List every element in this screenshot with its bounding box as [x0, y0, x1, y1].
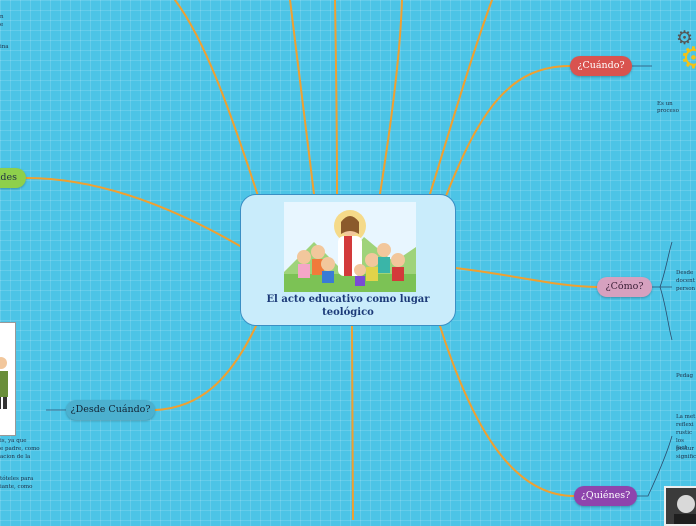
top-left-text-2: e	[0, 22, 4, 28]
branch-desde	[154, 325, 257, 411]
branch-top-5	[429, 0, 493, 195]
top-left-text-1: n	[0, 14, 4, 20]
node-quienes[interactable]: ¿Quiénes?	[574, 486, 637, 506]
branch-bottom	[351, 325, 354, 520]
node-como[interactable]: ¿Cómo?	[597, 277, 652, 297]
desde-text-5: iante, como	[0, 484, 33, 490]
como-text-2: docent	[676, 278, 695, 284]
jesus-children-image	[284, 202, 416, 292]
branch-top-3	[334, 0, 338, 195]
pedag-text: Pedag	[676, 373, 694, 379]
node-desde-cuando[interactable]: ¿Desde Cuándo?	[66, 400, 155, 420]
desde-text-3: acion de la	[0, 454, 31, 460]
como-text-1: Desde	[676, 270, 694, 276]
quienes-text-5: postur	[676, 446, 695, 452]
branch-como	[455, 267, 598, 288]
branch-top-2	[289, 0, 315, 195]
node-cuando[interactable]: ¿Cuándo?	[570, 56, 632, 76]
quienes-text-2: reflexi	[676, 422, 694, 428]
desde-cuando-image	[0, 322, 16, 436]
sub-como	[652, 241, 673, 341]
desde-text-1: is, ya que	[0, 438, 27, 444]
desde-text-4: tóteles para	[0, 476, 34, 482]
como-text-3: person	[676, 286, 696, 292]
quienes-text-3: rustic	[676, 430, 693, 436]
central-topic[interactable]: El acto educativo como lugar teológico	[240, 194, 456, 326]
gear-icon: ⚙	[680, 41, 696, 76]
branch-top-1	[174, 0, 259, 197]
cuando-text: Es un proceso	[657, 101, 679, 114]
branch-quienes	[439, 325, 575, 497]
quienes-portrait-image	[664, 486, 696, 526]
branch-top-4	[379, 0, 403, 195]
branch-left	[25, 177, 241, 247]
portrait-photo	[666, 488, 696, 524]
desde-text-2: e padre, como	[0, 446, 40, 452]
central-title: El acto educativo como lugar teológico	[266, 294, 430, 318]
top-left-text-3: ina	[0, 44, 9, 50]
branch-cuando	[445, 65, 571, 197]
node-left-partial[interactable]: ides	[0, 168, 26, 188]
quienes-text-1: La met	[676, 414, 696, 420]
quienes-text-6: signific	[676, 454, 696, 460]
character-illustration	[0, 323, 15, 435]
